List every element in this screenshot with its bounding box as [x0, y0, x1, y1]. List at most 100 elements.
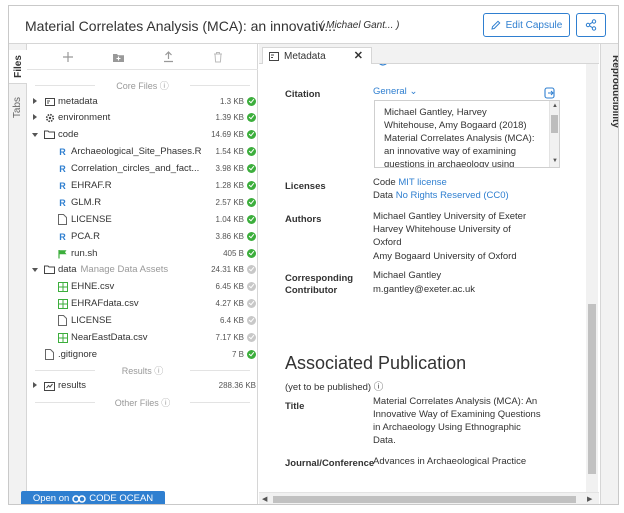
status-check-icon: [247, 282, 256, 291]
add-file-icon[interactable]: [61, 50, 75, 64]
journal-value: Advances in Archaeological Practice: [373, 456, 527, 467]
status-check-icon: [247, 113, 256, 122]
manage-data-assets-link[interactable]: Manage Data Assets: [81, 264, 169, 275]
status-check-icon: [247, 215, 256, 224]
citation-box[interactable]: Michael Gantley, Harvey Whitehouse, Amy …: [374, 100, 560, 168]
add-folder-icon[interactable]: [111, 50, 125, 64]
data-license: Data No Rights Reserved (CC0): [373, 190, 509, 201]
folder-row-data[interactable]: data Manage Data Assets 24.31 KB: [27, 262, 258, 278]
authors-label: Authors: [285, 214, 322, 225]
status-check-icon: [247, 147, 256, 156]
file-row[interactable]: R PCA.R 3.86 KB: [27, 229, 258, 245]
author-line: Amy Bogaard University of Oxford: [373, 251, 517, 262]
author-line: Oxford: [373, 237, 402, 248]
folder-icon: [44, 129, 55, 140]
mit-license-link[interactable]: MIT license: [398, 177, 446, 188]
results-label: Results ⓘ: [27, 364, 258, 377]
cc0-license-link[interactable]: No Rights Reserved (CC0): [396, 190, 509, 201]
pub-title-line: Material Correlates Analysis (MCA): An: [373, 396, 538, 407]
status-check-icon: [247, 232, 256, 241]
copy-citation-icon[interactable]: [544, 86, 556, 99]
left-side-tabs: Files Tabs: [9, 44, 27, 504]
gear-icon: [44, 112, 55, 123]
open-on-code-ocean-button[interactable]: Open on CODE OCEAN: [21, 491, 165, 504]
licenses-label: Licenses: [285, 181, 326, 192]
edit-capsule-label: Edit Capsule: [505, 19, 563, 31]
edit-icon[interactable]: [377, 64, 389, 70]
citation-text: Michael Gantley, Harvey Whitehouse, Amy …: [384, 107, 535, 168]
collapse-caret-icon[interactable]: [32, 133, 38, 137]
file-row[interactable]: R EHRAF.R 1.28 KB: [27, 178, 258, 194]
file-row[interactable]: run.sh 405 B: [27, 246, 258, 262]
expand-caret-icon[interactable]: [33, 98, 37, 104]
status-check-icon: [247, 333, 256, 342]
metadata-panel: Metadata ✕ Citation General ⌄ Michael Ga…: [259, 44, 599, 504]
expand-caret-icon[interactable]: [33, 114, 37, 120]
pub-title-line: Data.: [373, 435, 396, 446]
metadata-icon: [269, 51, 279, 61]
files-toolbar: [27, 44, 258, 70]
code-license: Code MIT license: [373, 177, 447, 188]
tab-reproducibility[interactable]: Reproducibility: [600, 44, 618, 504]
status-check-icon: [247, 164, 256, 173]
file-row[interactable]: R Archaeological_Site_Phases.R 1.54 KB: [27, 144, 258, 160]
horizontal-scrollbar[interactable]: ◀ ▶: [259, 492, 599, 504]
journal-label: Journal/Conference: [285, 458, 375, 469]
file-row[interactable]: LICENSE 1.04 KB: [27, 212, 258, 228]
publication-status: (yet to be published) ⓘ: [285, 382, 384, 393]
tab-metadata[interactable]: Metadata ✕: [262, 47, 372, 64]
folder-icon: [44, 264, 55, 275]
file-row[interactable]: R GLM.R 2.57 KB: [27, 195, 258, 211]
edit-capsule-button[interactable]: Edit Capsule: [483, 13, 570, 37]
csv-icon: [57, 281, 68, 292]
capsule-title: Material Correlates Analysis (MCA): an i…: [25, 18, 336, 34]
csv-icon: [57, 332, 68, 343]
associated-publication-heading: Associated Publication: [285, 353, 467, 373]
status-check-icon: [247, 316, 256, 325]
r-file-icon: R: [59, 231, 66, 242]
file-row-gitignore[interactable]: .gitignore 7 B: [27, 347, 258, 363]
capsule-authors[interactable]: ( Michael Gant... ): [320, 20, 399, 31]
tab-files[interactable]: Files: [9, 50, 27, 84]
share-button[interactable]: [576, 13, 606, 37]
file-row[interactable]: NearEastData.csv 7.17 KB: [27, 330, 258, 346]
document-icon: [57, 315, 68, 326]
results-folder-icon: [44, 380, 55, 391]
code-ocean-logo-icon: [72, 494, 87, 503]
capsule-window: Material Correlates Analysis (MCA): an i…: [8, 5, 619, 505]
upload-icon[interactable]: [161, 50, 175, 64]
author-line: Michael Gantley University of Exeter: [373, 211, 527, 222]
delete-icon[interactable]: [211, 50, 225, 64]
other-files-label: Other Files ⓘ: [27, 396, 258, 409]
file-row[interactable]: EHNE.csv 6.45 KB: [27, 279, 258, 295]
flag-icon: [57, 248, 68, 259]
folder-row-results[interactable]: results 288.36 KB: [27, 378, 258, 394]
file-row[interactable]: EHRAFdata.csv 4.27 KB: [27, 296, 258, 312]
file-row[interactable]: R Correlation_circles_and_fact... 3.98 K…: [27, 161, 258, 177]
editor-tab-bar: Metadata ✕: [259, 44, 599, 64]
status-check-icon: [247, 249, 256, 258]
metadata-scrollbar[interactable]: [586, 64, 598, 492]
citation-style-select[interactable]: General ⌄: [373, 85, 417, 98]
r-file-icon: R: [59, 180, 66, 191]
file-row[interactable]: LICENSE 6.4 KB: [27, 313, 258, 329]
tab-tabs[interactable]: Tabs: [9, 90, 27, 124]
r-file-icon: R: [59, 146, 66, 157]
folder-row-code[interactable]: code 14.69 KB: [27, 127, 258, 143]
expand-caret-icon[interactable]: [33, 382, 37, 388]
close-tab-icon[interactable]: ✕: [354, 49, 363, 62]
status-check-icon: [247, 97, 256, 106]
status-check-icon: [247, 130, 256, 139]
metadata-content: Citation General ⌄ Michael Gantley, Harv…: [259, 64, 586, 492]
contributor-name: Michael Gantley: [373, 270, 442, 281]
document-icon: [57, 214, 68, 225]
citation-scrollbar[interactable]: ▲ ▼: [549, 101, 559, 167]
csv-icon: [57, 298, 68, 309]
contributor-email: m.gantley@exeter.ac.uk: [373, 284, 476, 295]
status-check-icon: [247, 299, 256, 308]
document-icon: [44, 349, 55, 360]
file-row-metadata[interactable]: metadata 1.3 KB: [27, 94, 258, 110]
r-file-icon: R: [59, 197, 66, 208]
collapse-caret-icon[interactable]: [32, 268, 38, 272]
file-row-environment[interactable]: environment 1.39 KB: [27, 110, 258, 126]
